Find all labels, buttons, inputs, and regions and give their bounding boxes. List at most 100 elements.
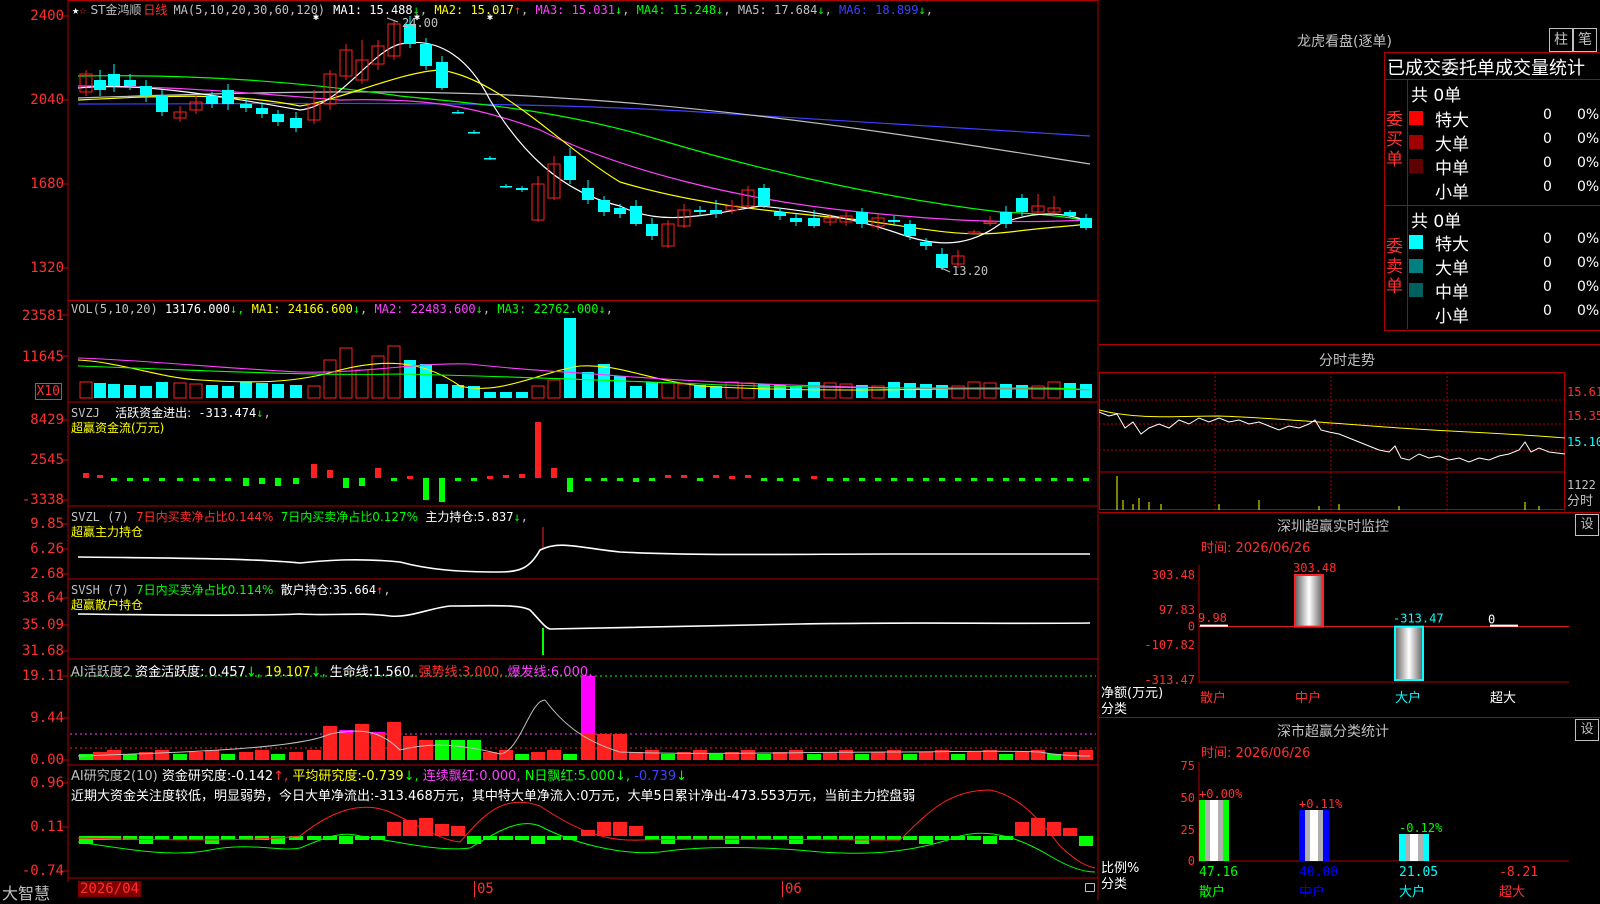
svsh-ratio: 7日内买卖净占比0.114% xyxy=(136,583,274,597)
ai2-header: AI研究度2(10) 资金研究度:-0.142↑, 平均研究度:-0.739↓,… xyxy=(71,769,916,804)
svzj-subtitle: 超赢资金流(万元) xyxy=(71,421,165,435)
stats-change: +0.00% xyxy=(1199,787,1243,801)
ytick: 2.68 xyxy=(30,566,64,582)
svzj-label: 活跃资金进出: xyxy=(115,406,192,420)
research-bar xyxy=(871,836,885,840)
activity-bar xyxy=(613,734,627,760)
intraday-volume xyxy=(1116,476,1540,510)
arrow-icon: ↓ xyxy=(817,3,825,17)
fund-flow-bar xyxy=(697,478,703,481)
volume-bar xyxy=(290,385,302,398)
order-color-swatch xyxy=(1409,183,1423,197)
fund-flow-bar xyxy=(439,478,445,502)
arrow-icon: ↓ xyxy=(918,3,926,17)
column-mode-button[interactable]: 柱 xyxy=(1549,28,1573,52)
fund-flow-bar xyxy=(987,478,993,481)
svzl-subtitle: 超赢主力持仓 xyxy=(71,525,144,539)
ytick: 50 xyxy=(1181,791,1195,805)
buy-total: 共 0单 xyxy=(1411,86,1462,106)
research-bar xyxy=(903,836,917,840)
activity-bar xyxy=(239,752,253,760)
activity-bar xyxy=(967,752,981,760)
order-row: 特大 0 0% xyxy=(1409,230,1600,255)
ai1-activity-value: 0.457 xyxy=(208,665,246,680)
fund-flow-bar xyxy=(471,478,477,481)
order-count: 0 xyxy=(1543,255,1552,271)
candle-body xyxy=(758,188,770,206)
volume-bar xyxy=(1080,384,1092,398)
vol-title: VOL(5,10,20) xyxy=(71,302,158,316)
fund-flow-bar xyxy=(225,478,231,481)
sell-rows: 特大 0 0% 大单 0 0% 中单 0 0% 小单 0 0% xyxy=(1409,230,1600,327)
order-color-swatch xyxy=(1409,111,1423,125)
ma-value: 15.488 xyxy=(362,3,413,17)
research-bar xyxy=(935,836,949,840)
fund-flow-bar xyxy=(177,478,183,481)
monitor-value: 9.98 xyxy=(1198,611,1227,625)
ma-value: 15.031 xyxy=(564,3,615,17)
arrow-down-icon: ↓ xyxy=(513,510,521,524)
fund-flow-bar xyxy=(487,476,493,479)
svzl-ratio-2: 7日内买卖净占比0.127% xyxy=(280,510,419,524)
ma-values: MA1: 15.488↓, MA2: 15.017↑, MA3: 15.031↓… xyxy=(333,3,933,17)
ytick: 1680 xyxy=(30,176,64,192)
stats-settings-button[interactable]: 设 xyxy=(1575,719,1599,741)
activity-bar xyxy=(597,734,611,760)
volume-bar xyxy=(904,383,916,398)
activity-bar xyxy=(339,734,353,760)
fund-flow-bar xyxy=(359,478,365,486)
volume-bar xyxy=(920,384,932,398)
monitor-category: 中户 xyxy=(1295,690,1321,706)
volume-bar xyxy=(156,382,168,398)
volume-bar xyxy=(94,383,106,398)
volume-bar xyxy=(983,382,997,399)
research-bar xyxy=(339,836,353,844)
ytick: 6.26 xyxy=(30,541,64,557)
volume-bar xyxy=(339,347,353,399)
period-label[interactable]: 日线 xyxy=(143,3,167,17)
low-price-label: 13.20 xyxy=(952,264,988,278)
activity-bar xyxy=(661,754,675,760)
arrow-icon: ↓ xyxy=(475,302,483,316)
lock-icon[interactable] xyxy=(1085,883,1095,892)
candle-body xyxy=(564,156,576,180)
candle-body xyxy=(856,212,868,224)
research-bar xyxy=(613,822,627,836)
order-pct: 0% xyxy=(1577,231,1600,247)
order-name: 中单 xyxy=(1435,283,1469,303)
stats-chart: 75 50 25 0 +0.00% +0.11% -0.12% 47.16 40.00 21.05… xyxy=(1181,759,1569,900)
volume-bar xyxy=(564,318,576,398)
vol-ma-values: MA1: 24166.600↓, MA2: 22483.600↓, MA3: 2… xyxy=(251,302,613,316)
fund-flow-bar xyxy=(127,478,133,481)
candle-body xyxy=(710,210,722,214)
activity-bar xyxy=(629,752,643,760)
svzl-main-label: 主力持仓: xyxy=(425,510,478,524)
fund-flow-bar xyxy=(859,478,865,481)
bottom-bar: 大智慧 2026/04 05 06 xyxy=(0,879,1098,903)
research-bar xyxy=(887,836,901,840)
monitor-settings-button[interactable]: 设 xyxy=(1575,514,1599,536)
ma-label: MA6: xyxy=(839,3,868,17)
order-row: 小单 0 0% xyxy=(1409,178,1599,203)
volume-bars xyxy=(79,318,1092,399)
ai2-value-5: -0.739 xyxy=(634,769,677,784)
favorite-outline-icon[interactable]: ☆ xyxy=(79,3,86,17)
monitor-bar xyxy=(1294,574,1324,628)
ytick: 1320 xyxy=(30,260,64,276)
svsh-title: SVSH (7) xyxy=(71,583,129,597)
research-bar xyxy=(387,822,401,836)
panel-borders xyxy=(67,0,1099,900)
order-row: 中单 0 0% xyxy=(1409,278,1599,303)
ma-label: MA4: xyxy=(636,3,666,17)
stock-name[interactable]: ST金鸿顺 xyxy=(90,3,141,17)
tick-mode-button[interactable]: 笔 xyxy=(1573,28,1597,52)
fund-flow-bar xyxy=(811,476,817,479)
order-name: 大单 xyxy=(1435,259,1469,279)
activity-bar xyxy=(999,754,1013,760)
candle-body xyxy=(1064,212,1076,216)
activity-bar xyxy=(255,750,269,760)
volume-bar xyxy=(516,392,528,398)
volume-bar xyxy=(387,345,401,399)
activity-bar xyxy=(173,754,187,760)
research-bar xyxy=(919,836,933,844)
